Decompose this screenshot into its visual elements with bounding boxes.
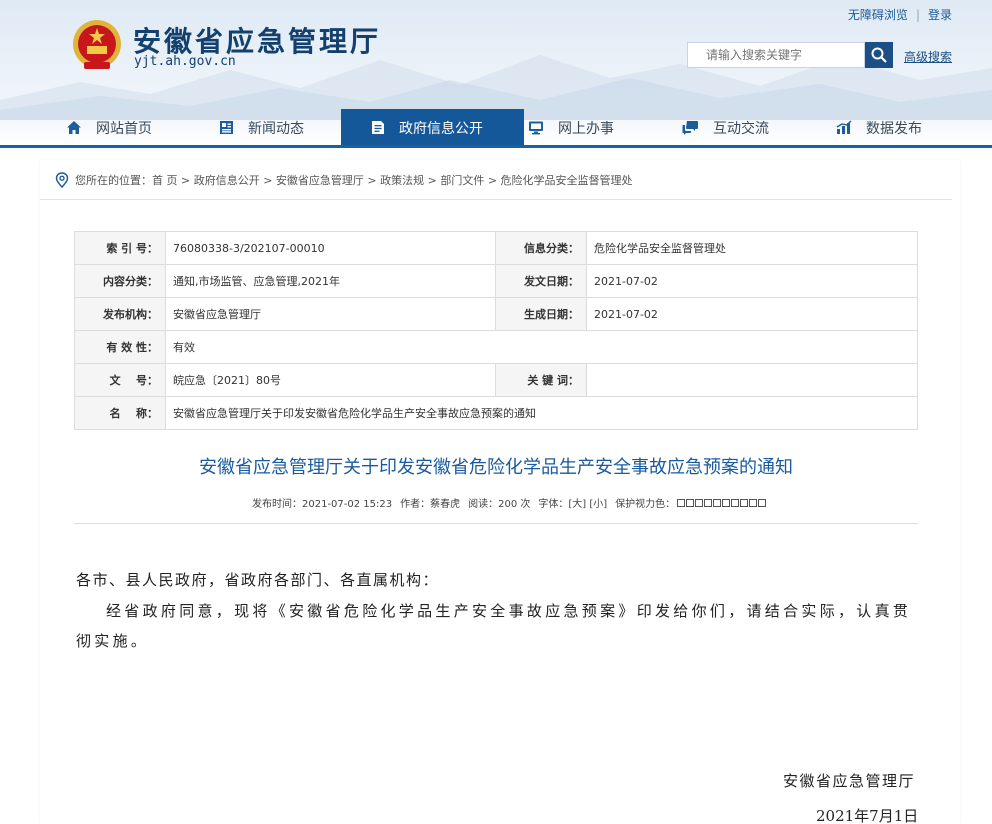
category-value: 危险化学品安全监督管理处	[586, 231, 918, 265]
table-row: 名 称： 安徽省应急管理厅关于印发安徽省危险化学品生产安全事故应急预案的通知	[74, 396, 918, 430]
nav-label: 网上办事	[558, 120, 614, 137]
nav-item-gov-info[interactable]: 政府信息公开	[341, 109, 524, 146]
body-paragraph: 经省政府同意，现将《安徽省危险化学品生产安全事故应急预案》印发给你们，请结合实际…	[76, 602, 912, 650]
nav-label: 新闻动态	[248, 120, 304, 137]
search-button[interactable]	[865, 42, 893, 68]
signature-org: 安徽省应急管理厅	[783, 772, 916, 790]
publish-time: 发布时间：2021-07-02 15:23	[252, 499, 393, 510]
breadcrumb-text[interactable]: 您所在的位置：首 页 > 政府信息公开 > 安徽省应急管理厅 > 政策法规 > …	[75, 172, 633, 188]
document-meta-table: 索 引 号： 76080338-3/202107-00010 信息分类： 危险化…	[74, 231, 918, 430]
publisher-value: 安徽省应急管理厅	[165, 297, 496, 331]
doc-name-label: 名 称：	[74, 396, 166, 430]
eye-color-swatches[interactable]	[677, 498, 767, 507]
breadcrumb: 您所在的位置：首 页 > 政府信息公开 > 安徽省应急管理厅 > 政策法规 > …	[55, 172, 633, 188]
news-icon	[220, 121, 233, 134]
advanced-search-link[interactable]: 高级搜索	[904, 48, 952, 65]
keywords-value	[586, 363, 918, 397]
monitor-icon	[529, 121, 543, 135]
top-links: 无障碍浏览 | 登录	[848, 6, 952, 23]
nav-label: 数据发布	[866, 120, 922, 137]
article-title: 安徽省应急管理厅关于印发安徽省危险化学品生产安全事故应急预案的通知	[199, 457, 793, 478]
salutation: 各市、县人民政府，省政府各部门、各直属机构：	[76, 571, 440, 589]
nav-label: 网站首页	[96, 120, 152, 137]
nav-item-home[interactable]: 网站首页	[66, 109, 152, 146]
nav-label: 互动交流	[713, 120, 769, 137]
nav-label: 政府信息公开	[399, 120, 483, 137]
home-icon	[67, 121, 81, 134]
login-link[interactable]: 登录	[928, 8, 952, 22]
index-label: 索 引 号：	[74, 231, 166, 265]
accessible-browse-link[interactable]: 无障碍浏览	[848, 8, 908, 22]
doc-name-value: 安徽省应急管理厅关于印发安徽省危险化学品生产安全事故应急预案的通知	[165, 396, 918, 430]
publisher-label: 发布机构：	[74, 297, 166, 331]
article-info-bar: 发布时间：2021-07-02 15:23 作者：蔡春虎 阅读：200 次 字体…	[252, 495, 767, 510]
national-emblem-icon	[73, 20, 121, 69]
breadcrumb-divider	[40, 199, 952, 200]
author: 作者：蔡春虎	[400, 499, 461, 510]
validity-label: 有 效 性：	[74, 330, 166, 364]
table-row: 发布机构： 安徽省应急管理厅 生成日期： 2021-07-02	[74, 297, 918, 331]
nav-item-online-service[interactable]: 网上办事	[528, 109, 614, 146]
eye-protect-label: 保护视力色：	[615, 499, 676, 510]
location-icon	[55, 172, 69, 188]
main-nav: 网站首页 新闻动态 政府信息公开 网上办事 互动交流 数据发布	[0, 109, 992, 146]
table-row: 文 号： 皖应急〔2021〕80号 关 键 词：	[74, 363, 918, 397]
issue-date-label: 发文日期：	[495, 264, 587, 298]
keywords-label: 关 键 词：	[495, 363, 587, 397]
generate-date-label: 生成日期：	[495, 297, 587, 331]
nav-divider	[0, 145, 992, 148]
category-label: 信息分类：	[495, 231, 587, 265]
nav-item-news[interactable]: 新闻动态	[219, 109, 304, 146]
table-row: 索 引 号： 76080338-3/202107-00010 信息分类： 危险化…	[74, 231, 918, 265]
doc-number-value: 皖应急〔2021〕80号	[165, 363, 496, 397]
site-header: 安徽省应急管理厅 yjt.ah.gov.cn 无障碍浏览|登录 高级搜索 网站首…	[0, 0, 992, 148]
document-icon	[372, 121, 384, 134]
table-row: 内容分类： 通知,市场监管、应急管理,2021年 发文日期： 2021-07-0…	[74, 264, 918, 298]
nav-item-data[interactable]: 数据发布	[836, 109, 922, 146]
content-category-label: 内容分类：	[74, 264, 166, 298]
generate-date-value: 2021-07-02	[586, 297, 918, 331]
validity-value: 有效	[165, 330, 918, 364]
nav-item-interaction[interactable]: 互动交流	[682, 109, 769, 146]
search-input[interactable]	[687, 42, 865, 68]
site-domain: yjt.ah.gov.cn	[134, 54, 236, 69]
content-category-value: 通知,市场监管、应急管理,2021年	[165, 264, 496, 298]
chart-icon	[836, 120, 852, 134]
separator: |	[915, 8, 920, 22]
view-count: 阅读：200 次	[468, 499, 531, 510]
font-size-control[interactable]: 字体：[大] [小]	[538, 495, 607, 510]
article-body: 各市、县人民政府，省政府各部门、各直属机构： 经省政府同意，现将《安徽省危险化学…	[76, 568, 920, 656]
chat-icon	[682, 121, 698, 135]
search-icon	[871, 47, 887, 63]
index-value: 76080338-3/202107-00010	[165, 231, 496, 265]
info-divider	[74, 523, 918, 524]
signature-date: 2021年7月1日	[816, 807, 919, 824]
table-row: 有 效 性： 有效	[74, 330, 918, 364]
issue-date-value: 2021-07-02	[586, 264, 918, 298]
doc-number-label: 文 号：	[74, 363, 166, 397]
